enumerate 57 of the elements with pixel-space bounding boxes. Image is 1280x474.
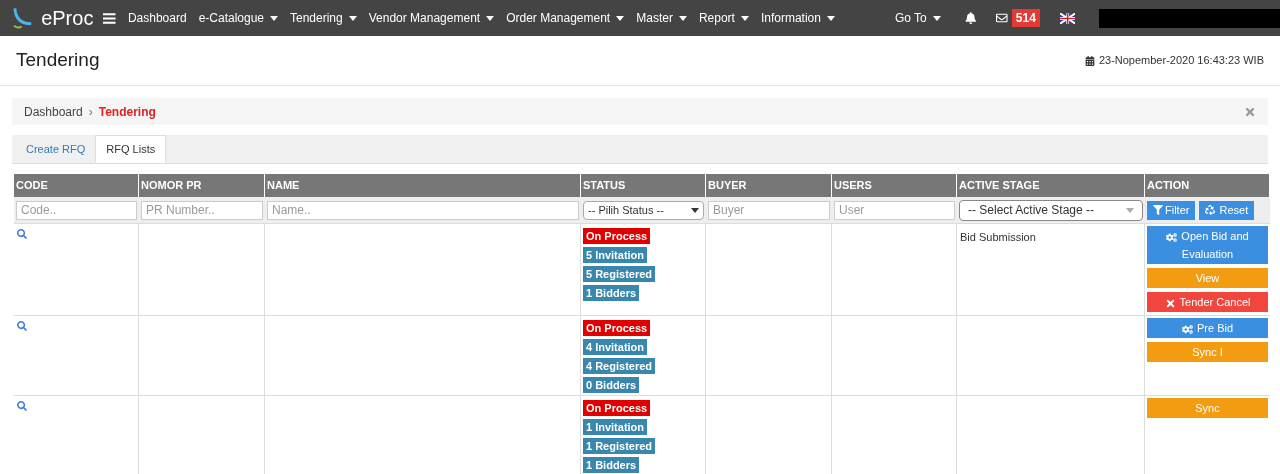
filter-input[interactable]: User [834, 200, 955, 220]
filter-input[interactable]: Name.. [267, 200, 579, 220]
status-badge: 5 Registered [583, 266, 656, 282]
page-title: Tendering [16, 48, 100, 73]
menu-icon[interactable] [103, 12, 116, 24]
status-badge: 0 Bidders [583, 377, 640, 393]
goto-menu[interactable]: Go To [894, 9, 927, 27]
search-icon[interactable] [17, 229, 27, 239]
nav-menu-item[interactable]: Order Management [506, 9, 611, 27]
caret-icon [691, 207, 699, 213]
filter-input[interactable]: Code.. [16, 200, 137, 220]
status-badge: 5 Invitation [583, 247, 648, 263]
gears-icon [1181, 323, 1193, 335]
status-badge: 1 Registered [583, 438, 656, 454]
status-badge: On Process [583, 400, 651, 416]
nav-menu-item[interactable]: Report [698, 9, 735, 27]
nav-menu-item[interactable]: Tendering [290, 9, 343, 27]
status-badge: On Process [583, 320, 651, 336]
flag-icon[interactable] [1059, 12, 1076, 24]
stage-select[interactable]: -- Select Active Stage -- [959, 199, 1143, 221]
caret-icon [1126, 208, 1134, 214]
nav-menu-item[interactable]: Dashboard [127, 9, 187, 27]
nav-menu-item[interactable]: Vendor Management [368, 9, 481, 27]
status-badge: 1 Invitation [583, 419, 648, 435]
logo-icon [12, 6, 34, 30]
status-badge: 4 Invitation [583, 339, 648, 355]
status-badge: 1 Bidders [583, 285, 640, 301]
tab[interactable]: Create RFQ [16, 135, 96, 163]
filter-input[interactable]: PR Number.. [141, 200, 263, 220]
mail-count-badge: 514 [1011, 9, 1040, 27]
mail-icon[interactable] [996, 12, 1008, 24]
stage-text: Bid Submission [960, 231, 1036, 243]
search-icon[interactable] [17, 321, 27, 331]
brand-name[interactable]: eProc [41, 3, 94, 33]
nav-menu-item[interactable]: Information [760, 9, 821, 27]
close-icon [1164, 297, 1176, 309]
action-button[interactable]: Tender Cancel [1147, 292, 1268, 312]
filter-icon [1153, 205, 1163, 215]
status-select[interactable]: -- Pilih Status -- [583, 200, 704, 220]
nav-menu-item[interactable]: e-Catalogue [198, 9, 264, 27]
status-badge: 1 Bidders [583, 457, 640, 473]
close-icon[interactable] [1244, 105, 1256, 118]
caret-icon [932, 15, 941, 21]
recycle-icon [1205, 205, 1216, 215]
breadcrumb-item[interactable]: Tendering [98, 102, 156, 121]
tab[interactable]: RFQ Lists [95, 135, 167, 163]
breadcrumb-separator: › [88, 103, 93, 121]
gears-icon [1166, 231, 1178, 243]
breadcrumb-item[interactable]: Dashboard [24, 102, 83, 121]
search-icon[interactable] [17, 401, 27, 411]
calendar-icon [1084, 55, 1095, 66]
datetime-text: 23-Nopember-2020 16:43:23 WIB [1084, 52, 1264, 69]
notification-icon[interactable] [964, 12, 977, 24]
filter-input[interactable]: Buyer [708, 200, 830, 220]
status-badge: On Process [583, 228, 651, 244]
status-badge: 4 Registered [583, 358, 656, 374]
nav-menu-item[interactable]: Master [636, 9, 673, 27]
